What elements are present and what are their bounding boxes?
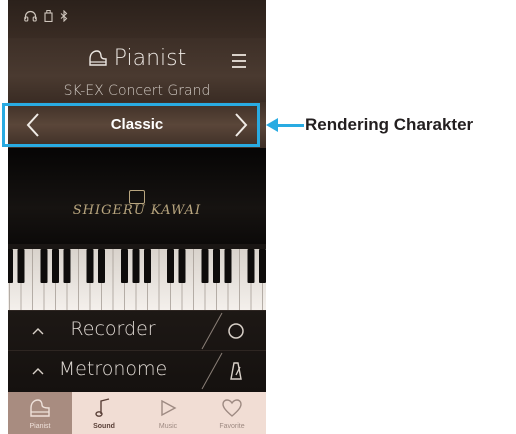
metronome-icon[interactable] [224,359,248,383]
heart-icon [222,399,242,417]
page-title: Pianist [8,46,266,73]
piano-model-name: SK-EX Concert Grand [63,83,211,99]
controls-panel: Recorder Metronome [8,310,266,392]
highlight-frame [2,103,260,147]
headphones-icon [24,10,37,24]
piano-logo: SHIGERU KAWAI [72,203,202,218]
divider [201,352,223,390]
metronome-row[interactable]: Metronome [8,350,266,391]
recorder-label: Recorder [70,318,156,340]
pianist-icon [88,48,108,73]
tab-favorite[interactable]: Favorite [200,392,264,434]
header: Pianist SK-EX Concert Grand [8,38,266,102]
callout-arrow-icon [266,118,278,132]
pianist-icon [30,399,50,417]
tab-label: Music [158,423,178,430]
tab-label: Favorite [219,423,245,430]
divider [201,312,223,350]
tab-pianist[interactable]: Pianist [8,392,72,434]
piano-keys [8,244,266,314]
bluetooth-icon [60,9,68,24]
tab-label: Pianist [29,423,51,430]
tab-bar: Pianist Sound Music Favorite [8,392,266,434]
menu-icon[interactable] [232,54,246,68]
play-icon [161,399,177,417]
app-screen: Pianist SK-EX Concert Grand Classic SHIG… [8,0,266,434]
page-title-text: Pianist [113,46,187,71]
status-bar [8,0,266,40]
logo-emblem-icon [129,190,145,204]
usb-icon [44,10,53,24]
music-note-icon [95,398,110,417]
metronome-label: Metronome [58,358,168,380]
tab-sound[interactable]: Sound [72,392,136,434]
tab-label: Sound [93,423,115,430]
tab-music[interactable]: Music [136,392,200,434]
record-icon[interactable] [224,319,248,343]
callout-label: Rendering Charakter [305,115,474,134]
piano-image: SHIGERU KAWAI [8,148,266,314]
recorder-row[interactable]: Recorder [8,310,266,351]
